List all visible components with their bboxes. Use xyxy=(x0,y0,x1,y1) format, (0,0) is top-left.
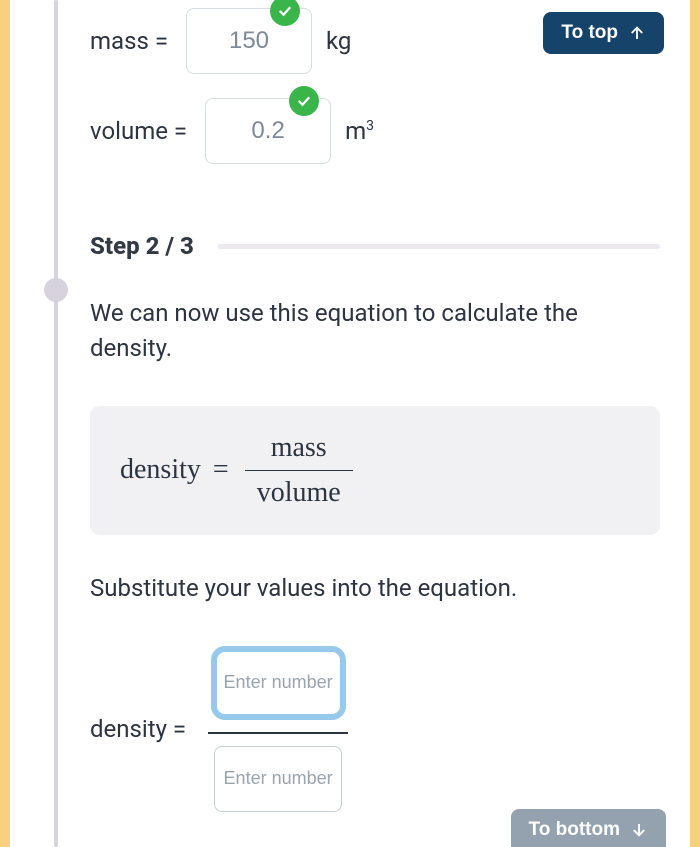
step-title: Step 2 / 3 xyxy=(90,232,194,260)
denominator-input[interactable] xyxy=(214,746,342,812)
volume-unit: m3 xyxy=(345,117,374,145)
volume-input-wrap xyxy=(205,98,331,164)
mass-unit: kg xyxy=(326,27,351,55)
equation-numerator: mass xyxy=(259,430,339,466)
equation-box: density = mass volume xyxy=(90,406,660,536)
main-content: mass = kg volume = m3 xyxy=(90,0,660,847)
substitution-bar xyxy=(208,732,348,734)
timeline-rail xyxy=(54,0,58,847)
volume-row: volume = m3 xyxy=(90,98,660,164)
substitution-lhs: density = xyxy=(90,715,186,743)
check-circle-icon xyxy=(289,86,319,116)
substitute-text: Substitute your values into the equation… xyxy=(90,571,660,606)
volume-label: volume = xyxy=(90,117,187,145)
volume-unit-base: m xyxy=(345,117,366,145)
substitution-fraction xyxy=(204,646,352,812)
content-card: To top To bottom mass = kg xyxy=(10,0,690,847)
equation-fraction: mass volume xyxy=(245,430,353,512)
volume-unit-sup: 3 xyxy=(366,118,374,134)
timeline-step-dot xyxy=(44,278,68,302)
mass-row: mass = kg xyxy=(90,8,660,74)
equation-equals: = xyxy=(213,454,229,486)
step-divider xyxy=(218,244,660,249)
page: To top To bottom mass = kg xyxy=(0,0,700,847)
substitution-equation: density = xyxy=(90,646,660,812)
mass-label: mass = xyxy=(90,27,168,55)
mass-input-wrap xyxy=(186,8,312,74)
step-header: Step 2 / 3 xyxy=(90,232,660,260)
equation-bar xyxy=(245,470,353,472)
intro-text: We can now use this equation to calculat… xyxy=(90,296,660,366)
equation-denominator: volume xyxy=(245,475,353,511)
equation-lhs: density xyxy=(120,454,201,486)
numerator-input[interactable] xyxy=(211,646,346,720)
